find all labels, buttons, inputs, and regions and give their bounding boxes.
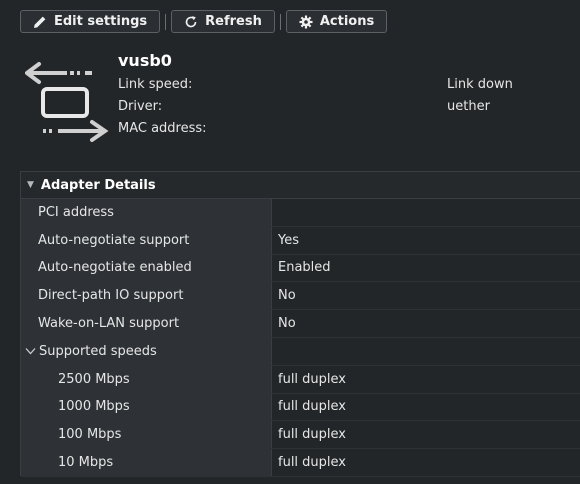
table-row: Auto-negotiate support Yes: [21, 226, 580, 255]
mac-address-label: MAC address:: [118, 121, 207, 136]
row-label: PCI address: [21, 199, 272, 226]
supported-speeds-cell: Supported speeds: [21, 337, 272, 365]
chevron-down-icon: [25, 348, 36, 355]
gear-icon: [299, 15, 313, 29]
table-row: 2500 Mbps full duplex: [21, 365, 580, 394]
refresh-icon: [184, 15, 198, 29]
row-value: No: [272, 282, 580, 310]
toolbar-divider: [279, 13, 281, 30]
table-row: 10 Mbps full duplex: [21, 449, 580, 477]
actions-button[interactable]: Actions: [285, 10, 388, 33]
toolbar: Edit settings Refresh Actions: [20, 9, 388, 34]
row-value: Yes: [272, 226, 580, 254]
speed-label: 2500 Mbps: [21, 365, 272, 393]
pencil-icon: [33, 15, 47, 29]
table-row: Direct-path IO support No: [21, 282, 580, 311]
table-row: Auto-negotiate enabled Enabled: [21, 254, 580, 283]
row-label: Auto-negotiate enabled: [21, 254, 272, 282]
table-row: 1000 Mbps full duplex: [21, 393, 580, 422]
adapter-header: vusb0 Link speed: Link down Driver: ueth…: [20, 48, 580, 148]
duplex-value: full duplex: [272, 393, 580, 421]
speed-label: 1000 Mbps: [21, 393, 272, 421]
row-label: Direct-path IO support: [21, 282, 272, 310]
link-speed-label: Link speed:: [118, 77, 193, 92]
duplex-value: full duplex: [272, 365, 580, 393]
network-adapter-icon: [25, 62, 109, 142]
duplex-value: full duplex: [272, 449, 580, 476]
row-label: Wake-on-LAN support: [21, 310, 272, 337]
supported-speeds-group[interactable]: Supported speeds: [21, 337, 580, 366]
refresh-label: Refresh: [205, 14, 262, 29]
speed-label: 100 Mbps: [21, 421, 272, 449]
speed-label: 10 Mbps: [21, 449, 272, 476]
link-speed-value: Link down: [447, 77, 513, 92]
edit-settings-button[interactable]: Edit settings: [20, 10, 161, 33]
row-value: No: [272, 310, 580, 337]
table-row: 100 Mbps full duplex: [21, 421, 580, 450]
caret-down-icon: ▼: [27, 180, 34, 190]
refresh-button[interactable]: Refresh: [171, 10, 275, 33]
driver-label: Driver:: [118, 99, 163, 114]
table-row: Wake-on-LAN support No: [21, 310, 580, 338]
row-value: [272, 337, 580, 365]
adapter-details-title: Adapter Details: [40, 177, 156, 193]
row-value: Enabled: [272, 254, 580, 282]
adapter-details-header[interactable]: ▼ Adapter Details: [21, 172, 580, 199]
toolbar-divider: [165, 13, 167, 30]
adapter-name: vusb0: [118, 51, 172, 70]
table-row: PCI address: [21, 199, 580, 227]
row-value: [272, 199, 580, 226]
duplex-value: full duplex: [272, 421, 580, 449]
actions-label: Actions: [319, 14, 375, 29]
edit-settings-label: Edit settings: [54, 14, 148, 29]
driver-value: uether: [447, 99, 490, 114]
supported-speeds-label: Supported speeds: [39, 343, 157, 359]
row-label: Auto-negotiate support: [21, 226, 272, 254]
adapter-details-panel: ▼ Adapter Details PCI address Auto-negot…: [20, 171, 580, 477]
